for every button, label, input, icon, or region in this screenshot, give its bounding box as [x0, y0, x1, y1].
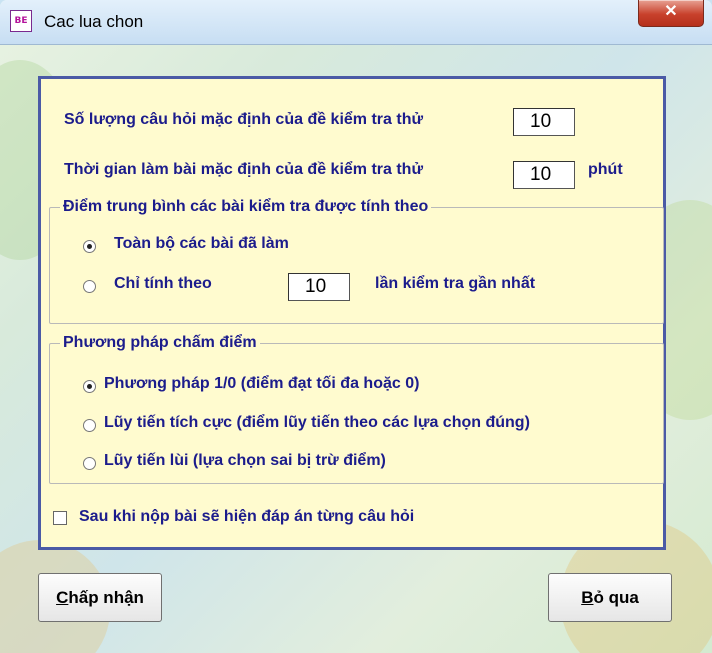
scoring-option-radio[interactable]	[83, 419, 96, 432]
show-answers-checkbox[interactable]	[53, 511, 67, 525]
scoring-option-radio[interactable]	[83, 380, 96, 393]
cancel-label: ỏ qua	[593, 588, 639, 607]
scoring-option-label[interactable]: Lũy tiến lùi (lựa chọn sai bị trừ điểm)	[104, 452, 386, 470]
default-time-label: Thời gian làm bài mặc định của đề kiểm t…	[64, 161, 424, 178]
average-recent-count-input[interactable]: 10	[288, 273, 350, 301]
average-recent-label[interactable]: Chỉ tính theo	[114, 275, 212, 293]
average-recent-radio[interactable]	[83, 280, 96, 293]
default-questions-label: Số lượng câu hỏi mặc định của đề kiểm tr…	[64, 111, 424, 128]
default-time-unit: phút	[588, 161, 623, 178]
average-group: Điểm trung bình các bài kiểm tra được tí…	[49, 198, 664, 324]
scoring-option-label[interactable]: Lũy tiến tích cực (điểm lũy tiến theo cá…	[104, 414, 530, 432]
average-all-radio[interactable]	[83, 240, 96, 253]
scoring-group-legend: Phương pháp chấm điểm	[63, 334, 257, 351]
default-time-input[interactable]: 10	[513, 161, 575, 189]
close-button[interactable]: ✕	[638, 0, 704, 27]
app-icon: BE	[10, 10, 32, 32]
cancel-hotkey: B	[581, 588, 594, 607]
title-bar[interactable]: BE Cac lua chon ✕	[0, 0, 712, 45]
cancel-button[interactable]: Bỏ qua	[548, 573, 672, 622]
accept-label: hấp nhận	[68, 588, 144, 607]
options-panel: Số lượng câu hỏi mặc định của đề kiểm tr…	[38, 76, 666, 550]
scoring-option-label[interactable]: Phương pháp 1/0 (điểm đạt tối đa hoặc 0)	[104, 375, 419, 393]
average-recent-suffix: lần kiểm tra gần nhất	[375, 275, 536, 292]
show-answers-label[interactable]: Sau khi nộp bài sẽ hiện đáp án từng câu …	[79, 508, 414, 526]
accept-hotkey: C	[56, 588, 69, 607]
scoring-option-radio[interactable]	[83, 457, 96, 470]
default-questions-input[interactable]: 10	[513, 108, 575, 136]
average-all-label[interactable]: Toàn bộ các bài đã làm	[114, 235, 289, 253]
window-title: Cac lua chon	[44, 12, 144, 31]
accept-button[interactable]: Chấp nhận	[38, 573, 162, 622]
options-dialog: BE Cac lua chon ✕ Số lượng câu hỏi mặc đ…	[0, 0, 712, 653]
average-group-legend: Điểm trung bình các bài kiểm tra được tí…	[63, 198, 429, 215]
